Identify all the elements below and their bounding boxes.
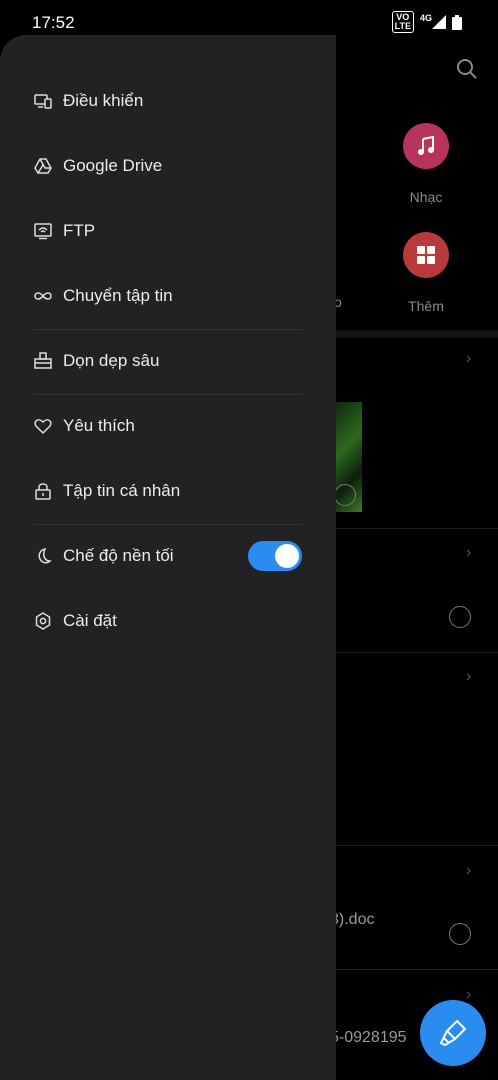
drawer-item-label: Tập tin cá nhân [63, 481, 181, 500]
drawer-item-label: Chế độ nền tối [63, 546, 174, 565]
moon-icon [34, 547, 52, 565]
ftp-icon [34, 222, 52, 240]
heart-icon [34, 417, 52, 435]
chevron-right-icon[interactable]: › [466, 544, 471, 562]
drawer-item-dark-mode[interactable]: Chế độ nền tối [0, 524, 336, 588]
chevron-right-icon[interactable]: › [466, 668, 471, 686]
drawer-item-label: Google Drive [63, 156, 163, 175]
drawer-item-favorites[interactable]: Yêu thích [0, 394, 336, 458]
category-label: Nhạc [409, 189, 443, 205]
drawer-item-remote[interactable]: Điều khiển [0, 69, 336, 133]
drawer-item-file-transfer[interactable]: Chuyển tập tin [0, 264, 336, 328]
select-radio[interactable] [449, 923, 471, 945]
music-note-icon [403, 123, 449, 169]
network-type: 4G [419, 13, 432, 23]
chevron-right-icon[interactable]: › [466, 350, 471, 368]
file-name: 3).doc [330, 911, 375, 928]
drawer-item-ftp[interactable]: FTP [0, 199, 336, 263]
status-time: 17:52 [32, 13, 75, 32]
brush-icon [439, 1019, 467, 1047]
drawer-item-deep-clean[interactable]: Dọn dẹp sâu [0, 329, 336, 393]
gear-icon [34, 612, 52, 630]
google-drive-icon [34, 157, 52, 175]
infinity-transfer-icon [34, 287, 52, 305]
drawer-item-private-files[interactable]: Tập tin cá nhân [0, 459, 336, 523]
file-name: 5-0928195 [330, 1029, 407, 1046]
drawer-item-label: Chuyển tập tin [63, 286, 173, 305]
remote-devices-icon [34, 92, 52, 110]
drawer-item-label: Cài đặt [63, 611, 117, 630]
signal-icon [432, 15, 446, 29]
drawer-item-settings[interactable]: Cài đặt [0, 589, 336, 653]
row-divider [336, 845, 498, 846]
row-divider [336, 528, 498, 529]
battery-icon [452, 14, 462, 30]
drawer-item-label: FTP [63, 221, 96, 240]
deep-clean-icon [34, 352, 52, 370]
row-divider [336, 969, 498, 970]
grid-icon [403, 232, 449, 278]
volte-icon: VO LTE [391, 11, 414, 33]
drawer-item-label: Yêu thích [63, 416, 135, 435]
select-radio[interactable] [334, 484, 356, 506]
navigation-drawer: Điều khiển Google Drive FTP Chuyển tập t… [0, 35, 336, 1080]
category-more[interactable]: Thêm [386, 232, 466, 314]
clean-fab-button[interactable] [420, 1000, 486, 1066]
chevron-right-icon[interactable]: › [466, 862, 471, 880]
category-label: Thêm [408, 298, 444, 314]
row-divider [336, 652, 498, 653]
category-music[interactable]: Nhạc [386, 123, 466, 205]
lock-icon [34, 482, 52, 500]
chevron-right-icon[interactable]: › [466, 986, 471, 1004]
select-radio[interactable] [449, 606, 471, 628]
drawer-item-label: Dọn dẹp sâu [63, 351, 160, 370]
drawer-item-label: Điều khiển [63, 91, 144, 110]
section-divider [336, 330, 498, 338]
toggle-knob [275, 544, 299, 568]
status-bar: 17:52 VO LTE 4G [0, 0, 498, 44]
drawer-item-google-drive[interactable]: Google Drive [0, 134, 336, 198]
search-icon[interactable] [456, 58, 478, 80]
dark-mode-toggle[interactable] [248, 541, 302, 571]
